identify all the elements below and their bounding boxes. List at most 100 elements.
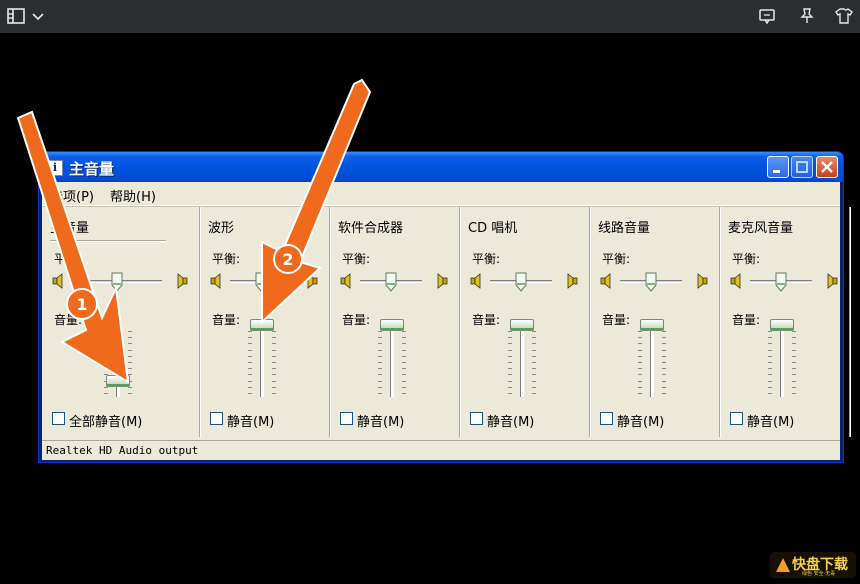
menu-options[interactable]: 选项(P): [50, 186, 94, 205]
volume-slider-thumb[interactable]: [106, 375, 130, 388]
volume-tick: [792, 362, 796, 363]
balance-slider-thumb[interactable]: [775, 272, 787, 292]
volume-label: 音量:: [342, 313, 371, 327]
checkbox-box[interactable]: [730, 412, 743, 425]
volume-tick: [508, 374, 512, 376]
volume-tick: [638, 362, 642, 363]
volume-tick: [272, 362, 276, 363]
volume-tick: [792, 343, 796, 345]
speaker-left-icon: [340, 273, 354, 289]
volume-slider-track[interactable]: [390, 327, 394, 397]
volume-tick: [402, 380, 406, 382]
volume-tick: [792, 380, 796, 382]
volume-tick: [378, 393, 382, 394]
volume-tick: [532, 343, 536, 345]
watermark-subtext: 绿色·安全·无毒: [802, 571, 836, 577]
volume-tick: [768, 380, 772, 382]
volume-slider-track[interactable]: [520, 327, 524, 397]
volume-tick: [248, 368, 252, 370]
speaker-right-icon: [694, 273, 708, 289]
comment-icon[interactable]: [757, 6, 777, 26]
volume-tick: [272, 380, 276, 382]
volume-slider-track[interactable]: [260, 327, 264, 397]
mute-label: 静音(M): [747, 415, 795, 430]
volume-tick: [378, 374, 382, 376]
gallery-icon[interactable]: [6, 6, 26, 26]
volume-tick: [402, 355, 406, 357]
volume-tick: [508, 380, 512, 382]
volume-slider-track[interactable]: [650, 327, 654, 397]
volume-slider-thumb[interactable]: [250, 319, 274, 331]
volume-tick: [662, 368, 666, 370]
volume-label: 音量:: [732, 313, 761, 327]
checkbox-box[interactable]: [210, 412, 223, 425]
balance-slider-thumb[interactable]: [645, 272, 657, 292]
volume-slider-thumb[interactable]: [770, 319, 794, 331]
volume-tick: [402, 374, 406, 376]
volume-tick: [508, 355, 512, 357]
volume-tick: [378, 380, 382, 382]
volume-tick: [508, 386, 512, 388]
volume-slider-track[interactable]: [780, 327, 784, 397]
checkbox-box[interactable]: [470, 412, 483, 425]
volume-tick: [104, 362, 108, 363]
volume-tick: [248, 355, 252, 357]
volume-slider-thumb[interactable]: [380, 319, 404, 331]
chevron-down-icon[interactable]: [28, 6, 48, 26]
watermark-icon: [776, 558, 790, 572]
balance-slider-thumb[interactable]: [255, 272, 267, 292]
volume-tick: [378, 355, 382, 357]
volume-tick: [662, 331, 666, 332]
minimize-button[interactable]: [767, 156, 789, 178]
volume-tick: [662, 374, 666, 376]
volume-tick: [272, 343, 276, 345]
volume-tick: [508, 331, 512, 332]
shirt-icon[interactable]: [834, 6, 854, 26]
volume-tick: [128, 355, 132, 357]
volume-tick: [508, 349, 512, 351]
volume-tick: [792, 393, 796, 394]
channel-title: 波形: [208, 221, 235, 236]
volume-tick: [248, 331, 252, 332]
channel-panel: 软件合成器 平衡: 音量: 静音(M): [330, 207, 460, 437]
volume-tick: [638, 393, 642, 394]
volume-tick: [104, 393, 108, 394]
maximize-button[interactable]: [791, 156, 813, 178]
volume-slider-thumb[interactable]: [640, 319, 664, 331]
checkbox-box[interactable]: [340, 412, 353, 425]
volume-tick: [378, 331, 382, 332]
volume-tick: [792, 349, 796, 351]
volume-tick: [128, 386, 132, 388]
viewer-toolbar: [0, 0, 860, 33]
window-title: 主音量: [69, 160, 115, 178]
volume-slider-thumb[interactable]: [510, 319, 534, 331]
volume-tick: [272, 374, 276, 376]
title-bar[interactable]: i 主音量: [39, 152, 843, 182]
balance-slider-thumb[interactable]: [111, 272, 123, 292]
balance-slider-thumb[interactable]: [385, 272, 397, 292]
volume-tick: [532, 374, 536, 376]
checkbox-box[interactable]: [600, 412, 613, 425]
checkbox-box[interactable]: [52, 412, 65, 425]
speaker-right-icon: [304, 273, 318, 289]
channel-title: CD 唱机: [468, 221, 518, 236]
volume-label: 音量:: [602, 313, 631, 327]
volume-tick: [272, 355, 276, 357]
volume-tick: [248, 362, 252, 363]
pin-icon[interactable]: [797, 6, 817, 26]
volume-tick: [768, 331, 772, 332]
volume-tick: [768, 386, 772, 388]
volume-tick: [662, 349, 666, 351]
channel-panel: 主音量 平衡: 音量: 全部静音(M): [42, 207, 200, 437]
menu-bar: 选项(P) 帮助(H): [42, 182, 840, 206]
volume-tick: [638, 355, 642, 357]
volume-tick: [792, 386, 796, 388]
close-button[interactable]: [816, 156, 838, 178]
volume-tick: [128, 337, 132, 339]
menu-help[interactable]: 帮助(H): [110, 186, 156, 205]
volume-tick: [128, 349, 132, 351]
volume-tick: [768, 343, 772, 345]
volume-tick: [248, 386, 252, 388]
balance-slider-thumb[interactable]: [515, 272, 527, 292]
volume-tick: [532, 380, 536, 382]
